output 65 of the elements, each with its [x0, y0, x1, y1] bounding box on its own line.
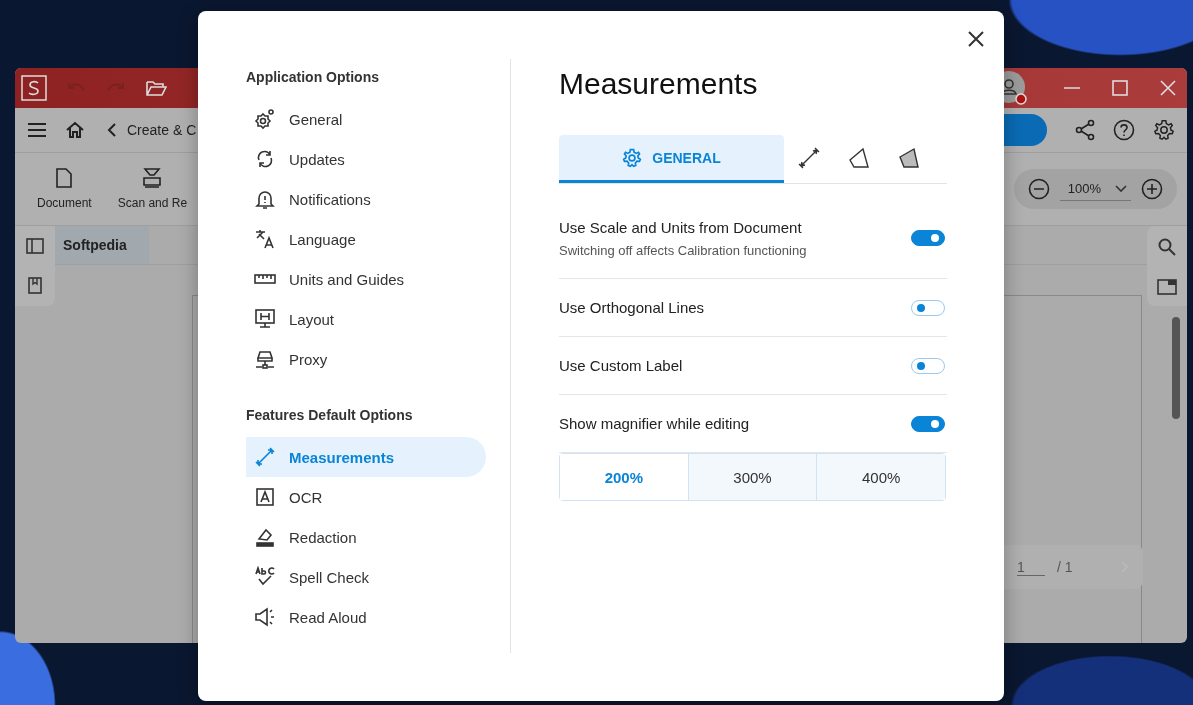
zoom-option[interactable]: 300% [687, 454, 817, 500]
document-icon[interactable] [56, 168, 73, 188]
page-count: / 1 [1057, 559, 1074, 575]
settings-icon [622, 147, 643, 168]
arrow-icon [254, 446, 276, 468]
zoom-option[interactable]: 400% [816, 454, 945, 500]
setting-hint: Switching off affects Calibration functioning [559, 242, 808, 258]
toggle-switch[interactable] [911, 299, 945, 316]
eraser-icon [254, 526, 276, 548]
caret-icon [1115, 184, 1127, 193]
megaphone-icon [254, 606, 276, 628]
panel-icon[interactable] [26, 237, 44, 254]
text-frame-icon [254, 486, 276, 508]
settings-icon[interactable] [1153, 119, 1175, 141]
sidebar-item[interactable]: Notifications [246, 179, 486, 219]
sidebar-item[interactable]: Redaction [246, 517, 486, 557]
folder-icon[interactable] [145, 79, 167, 97]
network-icon [254, 348, 276, 370]
sidebar-item[interactable]: Updates [246, 139, 486, 179]
filled-polygon-icon [898, 146, 920, 169]
back-icon[interactable] [107, 122, 117, 138]
sidebar-item[interactable]: Spell Check [246, 557, 486, 597]
app-logo-icon [21, 75, 47, 101]
length-measure-icon [797, 145, 821, 170]
close-icon[interactable] [968, 31, 984, 47]
tool-label[interactable]: Document [37, 196, 92, 210]
toggle-switch[interactable] [911, 230, 945, 246]
toggle-switch[interactable] [911, 357, 945, 374]
setting-label: Use Scale and Units from Document [559, 218, 803, 236]
sidebar-item[interactable]: Layout [246, 299, 486, 339]
zoom-in-icon[interactable] [1141, 178, 1163, 200]
sidebar-item[interactable]: Language [246, 219, 486, 259]
document-tab[interactable]: Softpedia [55, 226, 149, 264]
breadcrumb[interactable]: Create & C [127, 122, 197, 138]
translate-icon [254, 228, 276, 250]
tool-label[interactable]: Scan and Re [117, 196, 188, 210]
sidebar-item[interactable]: General [246, 99, 486, 139]
monitor-icon [254, 308, 276, 330]
sidebar-item[interactable]: Proxy [246, 339, 486, 379]
sidebar-item[interactable]: OCR [246, 477, 486, 517]
search-icon[interactable] [1158, 237, 1176, 256]
gear-icon [254, 108, 276, 130]
section-heading: Application Options [246, 69, 380, 87]
polygon-icon [848, 146, 870, 169]
home-icon[interactable] [65, 121, 85, 139]
check-icon [254, 566, 276, 588]
menu-icon[interactable] [27, 122, 47, 138]
toggle-switch[interactable] [911, 415, 945, 432]
setting-label: Use Orthogonal Lines [559, 299, 706, 316]
dialog-title: Measurements [559, 67, 759, 102]
share-icon[interactable] [1075, 119, 1095, 141]
zoom-dropdown[interactable]: 100% [1059, 177, 1131, 201]
scrollbar[interactable] [1172, 317, 1180, 419]
zoom-out-icon[interactable] [1027, 178, 1050, 200]
setting-label: Show magnifier while editing [559, 415, 751, 432]
scanner-icon[interactable] [142, 168, 163, 188]
setting-label: Use Custom Label [559, 357, 684, 374]
bell-icon [254, 188, 276, 210]
sidebar-item[interactable]: Read Aloud [246, 597, 486, 637]
section-heading: Features Default Options [246, 407, 414, 425]
sidebar-item[interactable]: Units and Guides [246, 259, 486, 299]
help-icon[interactable] [1113, 119, 1135, 141]
maximize-icon[interactable] [1111, 79, 1129, 97]
panel-icon[interactable] [1157, 278, 1177, 295]
bookmark-icon[interactable] [28, 277, 42, 295]
